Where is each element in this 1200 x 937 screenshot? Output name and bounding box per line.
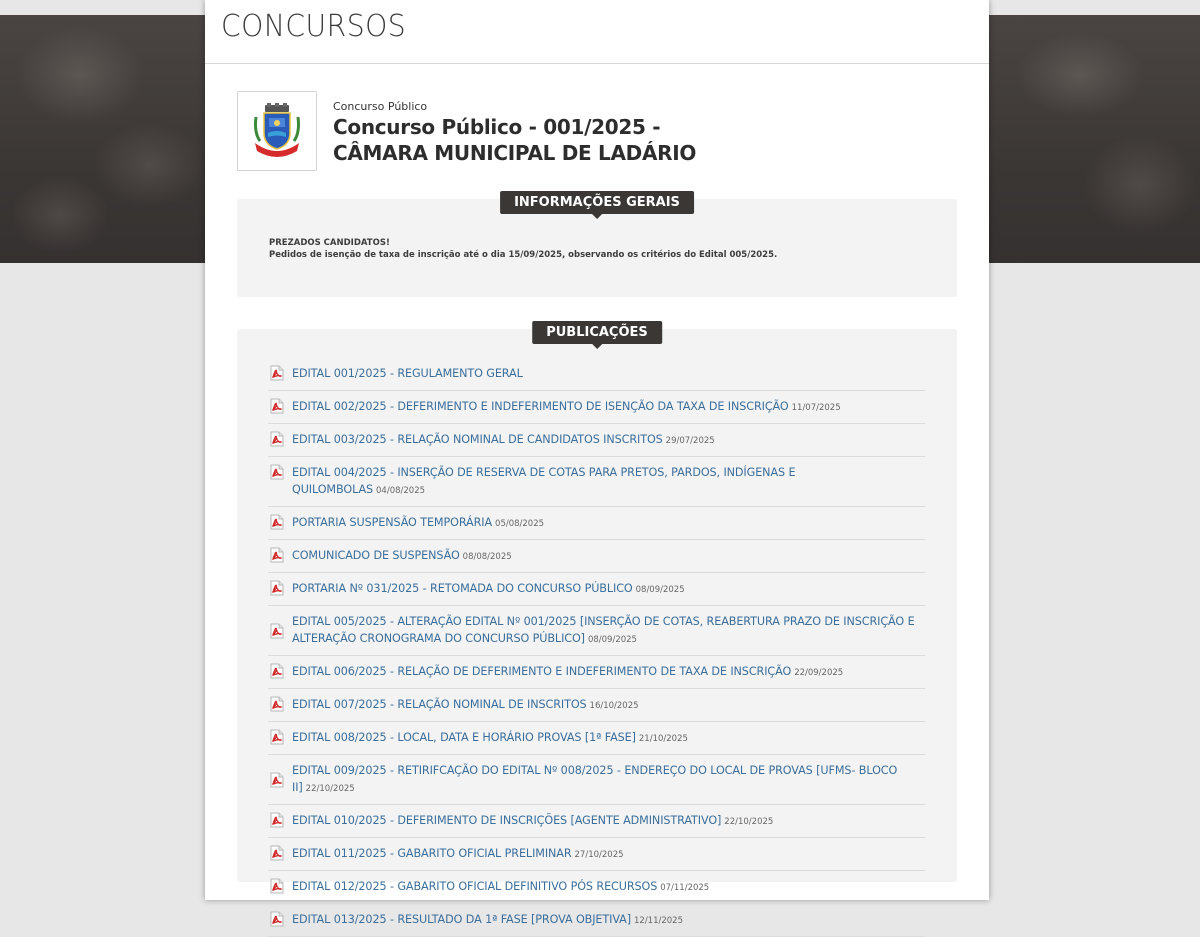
publications-list: EDITAL 001/2025 - REGULAMENTO GERAL EDIT… (268, 358, 925, 937)
pdf-icon (270, 729, 284, 745)
publication-item: COMUNICADO DE SUSPENSÃO 08/08/2025 (268, 540, 925, 573)
publication-item: PORTARIA SUSPENSÃO TEMPORÁRIA 05/08/2025 (268, 507, 925, 540)
publication-item: EDITAL 009/2025 - RETIRIFCAÇÃO DO EDITAL… (268, 755, 925, 805)
pdf-icon (270, 878, 284, 894)
info-notice: Pedidos de isenção de taxa de inscrição … (269, 250, 778, 260)
publication-date: 22/10/2025 (724, 817, 774, 827)
publications-tab: PUBLICAÇÕES (532, 321, 662, 349)
contest-type: Concurso Público (333, 100, 428, 113)
publication-link[interactable]: EDITAL 007/2025 - RELAÇÃO NOMINAL DE INS… (292, 698, 587, 711)
pdf-icon (270, 580, 284, 596)
info-greeting: PREZADOS CANDIDATOS! (269, 238, 390, 248)
publication-item: EDITAL 008/2025 - LOCAL, DATA E HORÁRIO … (268, 722, 925, 755)
publication-item: EDITAL 012/2025 - GABARITO OFICIAL DEFIN… (268, 871, 925, 904)
publication-link[interactable]: EDITAL 013/2025 - RESULTADO DA 1ª FASE [… (292, 913, 631, 926)
publication-link[interactable]: EDITAL 004/2025 - INSERÇÃO DE RESERVA DE… (292, 466, 796, 496)
publication-date: 27/10/2025 (574, 850, 624, 860)
publication-item: EDITAL 004/2025 - INSERÇÃO DE RESERVA DE… (268, 457, 925, 507)
publication-link[interactable]: PORTARIA SUSPENSÃO TEMPORÁRIA (292, 516, 492, 529)
publication-date: 08/09/2025 (635, 585, 685, 595)
publication-date: 05/08/2025 (495, 519, 545, 529)
pdf-icon (270, 845, 284, 861)
publications-section: PUBLICAÇÕES EDITAL 001/2025 - REGULAMENT… (237, 321, 957, 937)
publication-link[interactable]: EDITAL 003/2025 - RELAÇÃO NOMINAL DE CAN… (292, 433, 663, 446)
publication-item: EDITAL 007/2025 - RELAÇÃO NOMINAL DE INS… (268, 689, 925, 722)
publication-item: EDITAL 006/2025 - RELAÇÃO DE DEFERIMENTO… (268, 656, 925, 689)
pdf-icon (270, 464, 284, 480)
publication-item: EDITAL 001/2025 - REGULAMENTO GERAL (268, 358, 925, 391)
publication-item: EDITAL 013/2025 - RESULTADO DA 1ª FASE [… (268, 904, 925, 937)
publication-item: EDITAL 011/2025 - GABARITO OFICIAL PRELI… (268, 838, 925, 871)
pdf-icon (270, 911, 284, 927)
pdf-icon (270, 663, 284, 679)
publication-link[interactable]: EDITAL 011/2025 - GABARITO OFICIAL PRELI… (292, 847, 572, 860)
pdf-icon (270, 547, 284, 563)
publication-link[interactable]: EDITAL 006/2025 - RELAÇÃO DE DEFERIMENTO… (292, 665, 791, 678)
general-info-tab: INFORMAÇÕES GERAIS (500, 191, 694, 219)
publication-date: 04/08/2025 (376, 486, 426, 496)
publication-link[interactable]: EDITAL 012/2025 - GABARITO OFICIAL DEFIN… (292, 880, 657, 893)
pdf-icon (270, 623, 284, 639)
publication-date: 22/09/2025 (794, 668, 844, 678)
pdf-icon (270, 772, 284, 788)
page-header: CONCURSOS (205, 0, 989, 64)
publication-item: EDITAL 005/2025 - ALTERAÇÃO EDITAL Nº 00… (268, 606, 925, 656)
pdf-icon (270, 514, 284, 530)
pdf-icon (270, 431, 284, 447)
contest-logo (237, 91, 317, 171)
publication-date: 08/09/2025 (587, 635, 637, 645)
publication-link[interactable]: PORTARIA Nº 031/2025 - RETOMADA DO CONCU… (292, 582, 633, 595)
page-title: CONCURSOS (221, 9, 407, 44)
publication-date: 22/10/2025 (305, 784, 355, 794)
publication-link[interactable]: EDITAL 009/2025 - RETIRIFCAÇÃO DO EDITAL… (292, 764, 897, 794)
publication-date: 08/08/2025 (462, 552, 512, 562)
coat-of-arms-icon (254, 103, 300, 157)
publication-date: 12/11/2025 (634, 916, 683, 926)
publication-date: 07/11/2025 (660, 883, 710, 893)
pdf-icon (270, 398, 284, 414)
publication-item: EDITAL 002/2025 - DEFERIMENTO E INDEFERI… (268, 391, 925, 424)
publication-link[interactable]: COMUNICADO DE SUSPENSÃO (292, 549, 460, 562)
pdf-icon (270, 696, 284, 712)
publication-link[interactable]: EDITAL 001/2025 - REGULAMENTO GERAL (292, 367, 523, 380)
publication-date: 21/10/2025 (638, 734, 688, 744)
publication-item: EDITAL 003/2025 - RELAÇÃO NOMINAL DE CAN… (268, 424, 925, 457)
publication-link[interactable]: EDITAL 008/2025 - LOCAL, DATA E HORÁRIO … (292, 731, 636, 744)
content-panel: CONCURSOS Concurso Público Concurso Públ… (205, 0, 989, 937)
publication-date: 16/10/2025 (589, 701, 639, 711)
pdf-icon (270, 365, 284, 381)
pdf-icon (270, 812, 284, 828)
publication-date: 11/07/2025 (791, 403, 841, 413)
publication-item: EDITAL 010/2025 - DEFERIMENTO DE INSCRIÇ… (268, 805, 925, 838)
publication-item: PORTARIA Nº 031/2025 - RETOMADA DO CONCU… (268, 573, 925, 606)
contest-title: Concurso Público - 001/2025 - CÂMARA MUN… (333, 115, 697, 165)
publication-date: 29/07/2025 (665, 436, 715, 446)
publication-link[interactable]: EDITAL 010/2025 - DEFERIMENTO DE INSCRIÇ… (292, 814, 721, 827)
general-info-text: PREZADOS CANDIDATOS! Pedidos de isenção … (269, 237, 777, 261)
general-info-section: INFORMAÇÕES GERAIS PREZADOS CANDIDATOS! … (237, 191, 957, 297)
publication-link[interactable]: EDITAL 002/2025 - DEFERIMENTO E INDEFERI… (292, 400, 789, 413)
